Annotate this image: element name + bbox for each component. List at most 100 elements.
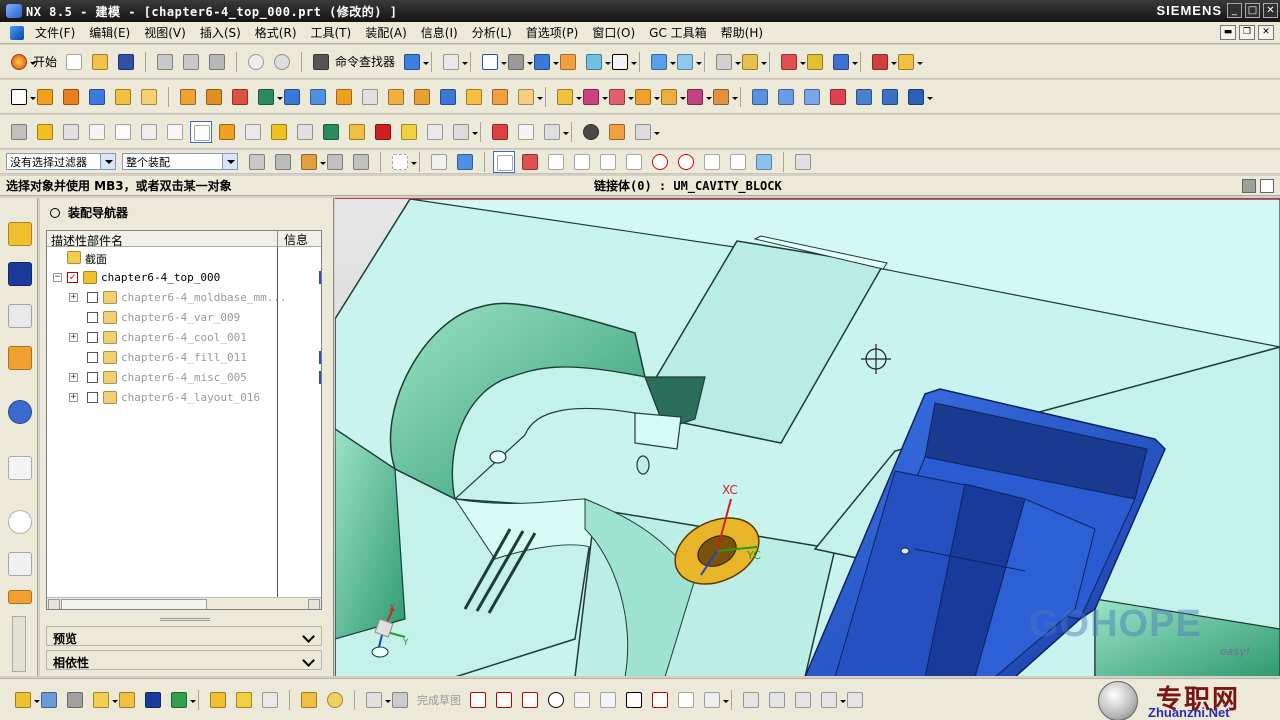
collapse-icon[interactable]: −: [53, 273, 62, 282]
chamfer-icon[interactable]: [359, 86, 381, 108]
unite-icon[interactable]: [255, 86, 283, 108]
exploded-view-icon[interactable]: [207, 689, 229, 711]
visibility-checkbox[interactable]: ✓: [67, 272, 78, 283]
initialize-project-icon[interactable]: [8, 121, 30, 143]
undo-icon[interactable]: [245, 51, 267, 73]
panel-splitter[interactable]: [160, 618, 210, 621]
parting-tools-icon[interactable]: [190, 120, 212, 143]
quick-trim-icon[interactable]: [740, 689, 762, 711]
process-studio-icon[interactable]: [8, 590, 32, 604]
chevron-down-icon[interactable]: [303, 629, 317, 643]
trim-body-icon[interactable]: [281, 86, 303, 108]
chevron-down-icon[interactable]: [100, 154, 115, 169]
surface-patch-icon[interactable]: [827, 86, 849, 108]
selection-priority-icon[interactable]: [401, 51, 430, 73]
tree-horizontal-scrollbar[interactable]: [47, 597, 321, 609]
tree-row-top-assembly[interactable]: − ✓ chapter6-4_top_000: [47, 268, 321, 288]
new-component-icon[interactable]: [64, 689, 86, 711]
ejector-pin-icon[interactable]: [268, 121, 290, 143]
assembly-navigator-icon[interactable]: [8, 222, 32, 246]
feature-select-icon[interactable]: [298, 151, 326, 173]
menu-view[interactable]: 视图(V): [137, 24, 193, 41]
intersection-icon[interactable]: [623, 151, 645, 173]
menu-analysis[interactable]: 分析(L): [465, 24, 519, 41]
workpiece-icon[interactable]: [86, 121, 108, 143]
circle-icon[interactable]: [545, 689, 567, 711]
component-array-icon[interactable]: [90, 689, 118, 711]
finish-sketch-label[interactable]: 完成草图: [417, 692, 461, 708]
point-on-face-icon[interactable]: [753, 151, 775, 173]
redo-icon[interactable]: [271, 51, 293, 73]
assembly-icon[interactable]: [12, 689, 40, 711]
sync-group-icon[interactable]: [710, 86, 738, 108]
bom-icon[interactable]: [541, 121, 569, 143]
constraint-navigator-icon[interactable]: [8, 262, 32, 286]
orient-view-icon[interactable]: [531, 51, 560, 73]
close-button[interactable]: ✕: [1263, 3, 1278, 18]
selection-scope-dropdown[interactable]: 整个装配: [122, 153, 238, 170]
split-body-icon[interactable]: [307, 86, 329, 108]
scroll-right-icon[interactable]: [308, 599, 320, 609]
sketch-icon[interactable]: [8, 86, 36, 108]
unused-parts-icon[interactable]: [606, 121, 628, 143]
sync-move-face-icon[interactable]: [554, 86, 582, 108]
preview-panel[interactable]: 预览: [46, 626, 322, 646]
pocket-cavity-icon[interactable]: [515, 121, 537, 143]
mold-trim-icon[interactable]: [489, 121, 511, 143]
wcs-icon[interactable]: [739, 51, 768, 73]
moldbase-library-icon[interactable]: [216, 121, 238, 143]
offset-face-icon[interactable]: [437, 86, 459, 108]
tree-row-fill[interactable]: chapter6-4_fill_011: [47, 348, 321, 368]
sync-resize-icon[interactable]: [658, 86, 686, 108]
move-component-icon[interactable]: [648, 51, 677, 73]
polygon-icon[interactable]: [701, 689, 729, 711]
view-frame-icon[interactable]: [609, 51, 638, 73]
select-all-icon[interactable]: [272, 151, 294, 173]
tree-row-var[interactable]: chapter6-4_var_009: [47, 308, 321, 328]
resource-scroll[interactable]: [12, 616, 26, 672]
sync-pattern-icon[interactable]: [684, 86, 712, 108]
control-point-icon[interactable]: [597, 151, 619, 173]
menu-help[interactable]: 帮助(H): [714, 24, 770, 41]
doc-restore-button[interactable]: ❐: [1239, 25, 1255, 40]
endpoint-icon[interactable]: [545, 151, 567, 173]
type-filter-dropdown[interactable]: 没有选择过滤器: [6, 153, 116, 170]
profile-icon[interactable]: [467, 689, 489, 711]
maximize-button[interactable]: □: [1245, 3, 1260, 18]
check-clearance-icon[interactable]: [298, 689, 320, 711]
edge-blend-icon[interactable]: [333, 86, 355, 108]
tree-row-layout[interactable]: + chapter6-4_layout_016: [47, 388, 321, 408]
start-icon[interactable]: [8, 51, 36, 73]
visibility-checkbox[interactable]: [87, 312, 98, 323]
cavity-layout-icon[interactable]: [112, 121, 134, 143]
bounded-grid-icon[interactable]: [792, 151, 814, 173]
move-component-bottom-icon[interactable]: [168, 689, 196, 711]
boss-icon[interactable]: [112, 86, 134, 108]
command-finder-label[interactable]: 命令查找器: [335, 53, 395, 70]
slider-lifter-icon[interactable]: [320, 121, 342, 143]
scroll-thumb[interactable]: [61, 599, 207, 609]
standard-parts-icon[interactable]: [242, 121, 264, 143]
studio-spline-icon[interactable]: [649, 689, 671, 711]
snap-settings-icon[interactable]: [519, 151, 541, 173]
arc-center-icon[interactable]: [649, 151, 671, 173]
datum-plane-icon[interactable]: [177, 86, 199, 108]
point-on-curve-icon[interactable]: [727, 151, 749, 173]
fillet-icon[interactable]: [571, 689, 593, 711]
gate-library-icon[interactable]: [372, 121, 394, 143]
wave-geometry-icon[interactable]: [259, 689, 281, 711]
visibility-checkbox[interactable]: [87, 352, 98, 363]
hole-icon[interactable]: [86, 86, 108, 108]
chevron-down-icon[interactable]: [303, 653, 317, 667]
surface-blend-icon[interactable]: [853, 86, 875, 108]
snap-icon[interactable]: [778, 51, 807, 73]
surface-through-curves-icon[interactable]: [749, 86, 771, 108]
sync-replace-icon[interactable]: [632, 86, 660, 108]
pin-postprocess-icon[interactable]: [294, 121, 316, 143]
make-corner-icon[interactable]: [792, 689, 814, 711]
menu-preferences[interactable]: 首选项(P): [519, 24, 586, 41]
system-materials-icon[interactable]: [8, 552, 32, 576]
tree-row-misc[interactable]: + chapter6-4_misc_005: [47, 368, 321, 388]
pin-icon[interactable]: [50, 208, 60, 218]
mirror-assembly-icon[interactable]: [116, 689, 138, 711]
